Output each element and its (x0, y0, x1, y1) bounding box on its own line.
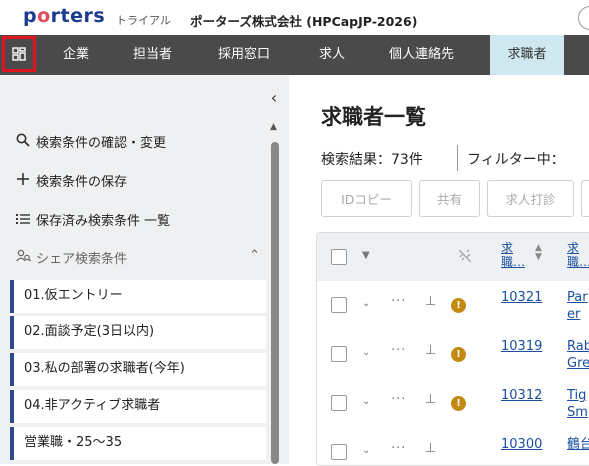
page-title: 求職者一覧 (321, 105, 426, 129)
pin-icon[interactable]: ⊥ (425, 343, 436, 358)
filter-status: フィルター中： (467, 152, 565, 168)
nav-tab-candidates[interactable]: 求職者 (490, 35, 564, 75)
warning-icon: ! (451, 396, 466, 411)
chevron-down-icon[interactable]: ⌄ (362, 445, 370, 456)
trial-label: トライアル (116, 14, 171, 27)
scroll-up-arrow-icon[interactable]: ▲ (270, 122, 277, 132)
more-options-icon[interactable]: ··· (391, 441, 406, 456)
caret-down-icon[interactable]: ▼ (362, 250, 370, 261)
saved-search-item[interactable]: 04.非アクティブ求職者 (10, 390, 266, 423)
candidate-name-link[interactable]: RabGre (567, 338, 589, 372)
nav-tab-contacts[interactable]: 担当者 (133, 35, 172, 75)
warning-icon: ! (451, 298, 466, 313)
scroll-thumb[interactable] (271, 142, 279, 464)
candidate-name-link[interactable]: Tig Sm (567, 387, 589, 421)
sort-icon[interactable]: ▲ ▼ (535, 244, 542, 262)
candidate-name-link[interactable]: Par er (567, 289, 589, 323)
list-icon (16, 213, 36, 229)
copy-id-button[interactable]: IDコピー (321, 180, 412, 217)
candidate-id-link[interactable]: 10300 (501, 437, 542, 452)
saved-search-item[interactable]: 02.面談予定(3日以内) (10, 316, 266, 349)
chevron-up-icon: ⌃ (249, 248, 260, 263)
chevron-down-icon[interactable]: ⌄ (362, 298, 370, 309)
chevron-down-icon[interactable]: ⌄ (362, 396, 370, 407)
share-button[interactable]: 共有 (419, 180, 480, 217)
shared-searches-label: シェア検索条件 (36, 252, 128, 267)
unlink-icon[interactable] (457, 248, 473, 268)
search-conditions-label: 検索条件の確認・変更 (36, 136, 167, 151)
saved-search-item[interactable]: 01.仮エントリー (10, 280, 266, 313)
saved-search-item[interactable]: 03.私の部署の求職者(今年) (10, 353, 266, 386)
more-button[interactable] (581, 180, 589, 217)
search-conditions-action[interactable]: 検索条件の確認・変更 (16, 132, 166, 151)
select-all-checkbox[interactable] (331, 249, 347, 265)
pin-icon[interactable]: ⊥ (425, 294, 436, 309)
candidate-id-link[interactable]: 10321 (501, 290, 542, 305)
nav-tab-personal-contacts[interactable]: 個人連絡先 (389, 35, 454, 75)
table-header: ▼ 求職… ▲ ▼ 求職… (317, 233, 589, 282)
result-count: 検索結果：73件 (321, 152, 423, 168)
table-row[interactable]: ⌄ ··· ⊥ 10300 鶴台 (317, 428, 589, 465)
saved-searches-action[interactable]: 保存済み検索条件 一覧 (16, 210, 170, 229)
more-options-icon[interactable]: ··· (391, 392, 406, 407)
plus-icon (16, 172, 36, 190)
divider (457, 145, 458, 171)
collapse-sidebar-button[interactable]: ‹ (262, 78, 286, 118)
row-checkbox[interactable] (331, 395, 347, 411)
table-row[interactable]: ⌄ ··· ⊥ ! 10319 RabGre (317, 330, 589, 380)
candidate-name-link[interactable]: 鶴台 (567, 436, 589, 453)
shared-users-icon (16, 249, 36, 267)
top-bar: porters トライアル ポーターズ株式会社 (HPCapJP-2026) (0, 0, 589, 35)
more-options-icon[interactable]: ··· (391, 294, 406, 309)
user-avatar[interactable] (578, 6, 589, 30)
chevron-left-icon: ‹ (270, 88, 278, 107)
table-row[interactable]: ⌄ ··· ⊥ ! 10312 Tig Sm (317, 379, 589, 429)
pin-icon[interactable]: ⊥ (425, 392, 436, 407)
apps-grid-icon (12, 47, 26, 61)
candidate-table: ▼ 求職… ▲ ▼ 求職… ⌄ ··· ⊥ ! 10321 Par er ⌄ ···… (316, 232, 589, 466)
porters-logo[interactable]: porters (23, 5, 105, 27)
table-row[interactable]: ⌄ ··· ⊥ ! 10321 Par er (317, 281, 589, 331)
save-search-action[interactable]: 検索条件の保存 (16, 171, 127, 190)
search-icon (16, 133, 36, 151)
candidate-id-link[interactable]: 10312 (501, 388, 542, 403)
nav-tab-companies[interactable]: 企業 (63, 35, 89, 75)
shared-searches-header[interactable]: シェア検索条件 ⌃ (16, 248, 266, 267)
saved-searches-label: 保存済み検索条件 一覧 (36, 214, 171, 229)
warning-icon: ! (451, 347, 466, 362)
row-checkbox[interactable] (331, 444, 347, 460)
row-checkbox[interactable] (331, 346, 347, 362)
save-search-label: 検索条件の保存 (36, 175, 128, 190)
company-name: ポーターズ株式会社 (HPCapJP-2026) (190, 14, 418, 29)
column-candidate-name[interactable]: 求職… (567, 241, 589, 269)
apps-menu-button[interactable] (2, 36, 36, 72)
job-offer-button[interactable]: 求人打診 (487, 180, 574, 217)
candidate-id-link[interactable]: 10319 (501, 339, 542, 354)
nav-tab-jobs[interactable]: 求人 (319, 35, 345, 75)
chevron-down-icon[interactable]: ⌄ (362, 347, 370, 358)
column-candidate-id[interactable]: 求職… (501, 241, 525, 269)
row-checkbox[interactable] (331, 297, 347, 313)
sidebar-scrollbar[interactable]: ▲ (270, 122, 280, 464)
pin-icon[interactable]: ⊥ (425, 441, 436, 456)
saved-search-item[interactable]: 営業職・25〜35 (10, 427, 266, 460)
more-options-icon[interactable]: ··· (391, 343, 406, 358)
nav-tab-recruiting-window[interactable]: 採用窓口 (218, 35, 270, 75)
